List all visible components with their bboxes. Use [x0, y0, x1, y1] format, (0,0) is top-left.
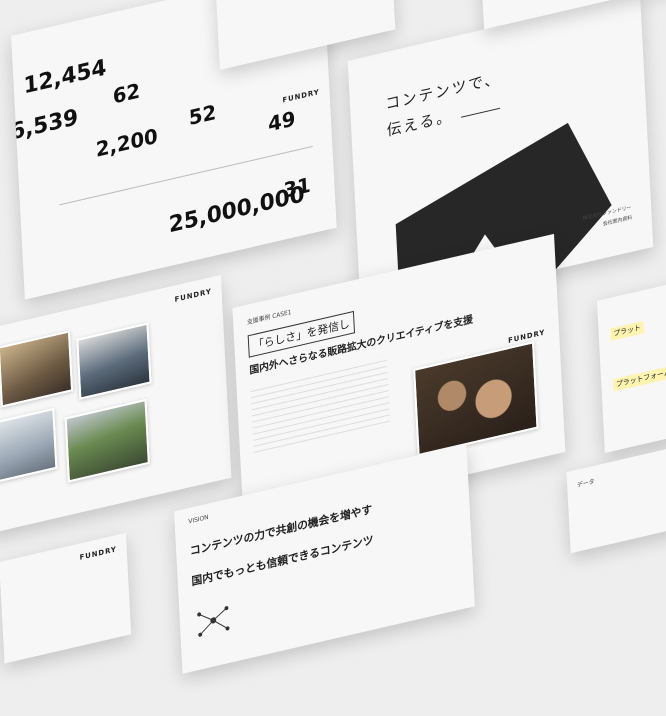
small-slide: FUNDRY	[0, 532, 132, 664]
case-label: 支援事例 CASE1	[246, 308, 292, 327]
vision-label: VISION	[188, 513, 209, 526]
slide-collage: 12,454 6,539 62 2,200 52 49 25,000,000 3…	[0, 0, 666, 674]
brand-logo: FUNDRY	[174, 287, 213, 304]
office-photo-1	[0, 330, 74, 408]
data-label: データ	[576, 478, 595, 490]
platform-slide: プラット プラットフォーム	[596, 269, 666, 454]
stat-2: 6,539	[11, 105, 79, 146]
data-slide: データ	[566, 447, 666, 554]
brand-logo: FUNDRY	[79, 545, 118, 562]
office-photo-2	[76, 322, 152, 400]
network-icon	[197, 606, 230, 637]
brand-logo: FUNDRY	[282, 87, 320, 105]
stat-value: 52	[188, 99, 217, 131]
office-photo-4	[64, 398, 150, 483]
stat-8: 31	[283, 172, 311, 203]
stat-value: 12,454	[22, 55, 107, 100]
stat-4: 2,200	[95, 123, 158, 162]
mushroom-photo	[413, 341, 539, 457]
office-photo-3	[0, 407, 58, 483]
stat-value: 62	[112, 78, 141, 109]
stat-5: 52	[188, 100, 216, 131]
stat-1: 12,454	[23, 55, 107, 99]
stat-value: 49	[267, 105, 296, 137]
stat-value: 2,200	[95, 123, 159, 162]
stat-value: 6,539	[11, 104, 79, 146]
stat-6: 49	[268, 106, 296, 137]
platform-label-1: プラット	[610, 321, 644, 341]
stat-value: 31	[282, 172, 312, 203]
photos-slide: FUNDRY	[0, 274, 232, 534]
platform-label-2: プラットフォーム	[612, 365, 666, 392]
stat-3: 62	[112, 78, 140, 109]
